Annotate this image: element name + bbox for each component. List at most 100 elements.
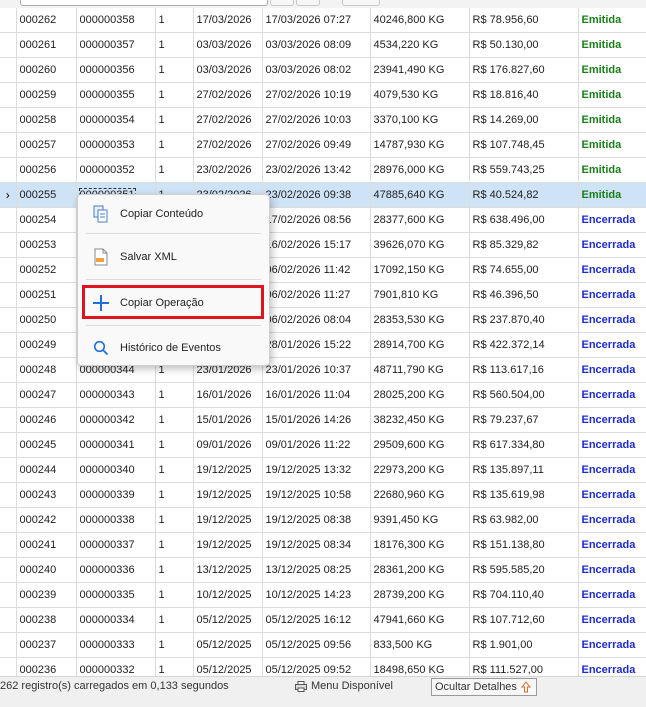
cell-valor[interactable]: R$ 63.982,00 bbox=[469, 507, 579, 533]
cell-numero[interactable]: 000254 bbox=[16, 207, 77, 233]
cell-serie[interactable]: 1 bbox=[155, 57, 194, 83]
cell-data-emissao[interactable]: 05/12/2025 bbox=[193, 607, 263, 633]
menu-item-copiar-conteudo[interactable]: Copiar Conteúdo bbox=[84, 199, 264, 229]
cell-peso[interactable]: 28377,600 KG bbox=[370, 207, 470, 233]
cell-valor[interactable]: R$ 559.743,25 bbox=[469, 157, 579, 183]
cell-numero[interactable]: 000245 bbox=[16, 432, 77, 458]
cell-peso[interactable]: 4534,220 KG bbox=[370, 32, 470, 58]
cell-numero[interactable]: 000247 bbox=[16, 382, 77, 408]
cell-valor[interactable]: R$ 14.269,00 bbox=[469, 107, 579, 133]
cell-valor[interactable]: R$ 46.396,50 bbox=[469, 282, 579, 308]
cell-peso[interactable]: 47941,660 KG bbox=[370, 607, 470, 633]
cell-peso[interactable]: 22973,200 KG bbox=[370, 457, 470, 483]
cell-serie[interactable]: 1 bbox=[155, 407, 194, 433]
cell-valor[interactable]: R$ 560.504,00 bbox=[469, 382, 579, 408]
cell-data-hora[interactable]: 06/02/2026 08:04 bbox=[262, 307, 371, 333]
table-row[interactable]: 000245 000000341 1 09/01/2026 09/01/2026 11:… bbox=[0, 432, 646, 458]
ocultar-detalhes-button[interactable]: Ocultar Detalhes bbox=[431, 678, 537, 696]
cell-situacao[interactable]: Encerrada bbox=[578, 207, 646, 233]
toolbar-button[interactable] bbox=[270, 0, 294, 6]
cell-documento[interactable]: 000000358 bbox=[76, 8, 156, 33]
table-row[interactable]: 000260 000000356 1 03/03/2026 03/03/2026 08:… bbox=[0, 57, 646, 83]
table-row[interactable]: 000246 000000342 1 15/01/2026 15/01/2026 14:… bbox=[0, 407, 646, 433]
cell-situacao[interactable]: Emitida bbox=[578, 157, 646, 183]
cell-peso[interactable]: 28025,200 KG bbox=[370, 382, 470, 408]
cell-peso[interactable]: 47885,640 KG bbox=[370, 182, 470, 208]
cell-peso[interactable]: 48711,790 KG bbox=[370, 357, 470, 383]
cell-situacao[interactable]: Encerrada bbox=[578, 532, 646, 558]
cell-data-hora[interactable]: 16/01/2026 11:04 bbox=[262, 382, 371, 408]
cell-situacao[interactable]: Encerrada bbox=[578, 432, 646, 458]
cell-serie[interactable]: 1 bbox=[155, 107, 194, 133]
cell-situacao[interactable]: Emitida bbox=[578, 132, 646, 158]
cell-data-hora[interactable]: 27/02/2026 09:49 bbox=[262, 132, 371, 158]
table-row[interactable]: 000238 000000334 1 05/12/2025 05/12/2025 16:… bbox=[0, 607, 646, 633]
table-row[interactable]: 000241 000000337 1 19/12/2025 19/12/2025 08:… bbox=[0, 532, 646, 558]
cell-peso[interactable]: 39626,070 KG bbox=[370, 232, 470, 258]
table-row[interactable]: 000256 000000352 1 23/02/2026 23/02/2026 13:… bbox=[0, 157, 646, 183]
cell-situacao[interactable]: Encerrada bbox=[578, 482, 646, 508]
cell-data-emissao[interactable]: 03/03/2026 bbox=[193, 57, 263, 83]
cell-peso[interactable]: 833,500 KG bbox=[370, 632, 470, 658]
cell-data-emissao[interactable]: 15/01/2026 bbox=[193, 407, 263, 433]
cell-serie[interactable]: 1 bbox=[155, 382, 194, 408]
cell-situacao[interactable]: Emitida bbox=[578, 32, 646, 58]
cell-numero[interactable]: 000261 bbox=[16, 32, 77, 58]
cell-peso[interactable]: 40246,800 KG bbox=[370, 8, 470, 33]
table-row[interactable]: 000258 000000354 1 27/02/2026 27/02/2026 10:… bbox=[0, 107, 646, 133]
menu-item-historico-eventos[interactable]: Histórico de Eventos bbox=[84, 333, 264, 363]
cell-numero[interactable]: 000236 bbox=[16, 657, 77, 676]
cell-situacao[interactable]: Encerrada bbox=[578, 557, 646, 583]
cell-numero[interactable]: 000241 bbox=[16, 532, 77, 558]
cell-data-emissao[interactable]: 05/12/2025 bbox=[193, 632, 263, 658]
cell-peso[interactable]: 28976,000 KG bbox=[370, 157, 470, 183]
cell-data-hora[interactable]: 17/03/2026 07:27 bbox=[262, 8, 371, 33]
cell-valor[interactable]: R$ 107.712,60 bbox=[469, 607, 579, 633]
table-row[interactable]: 000257 000000353 1 27/02/2026 27/02/2026 09:… bbox=[0, 132, 646, 158]
cell-numero[interactable]: 000262 bbox=[16, 8, 77, 33]
cell-data-emissao[interactable]: 10/12/2025 bbox=[193, 582, 263, 608]
cell-serie[interactable]: 1 bbox=[155, 457, 194, 483]
cell-data-hora[interactable]: 05/12/2025 09:52 bbox=[262, 657, 371, 676]
cell-documento[interactable]: 000000334 bbox=[76, 607, 156, 633]
cell-data-hora[interactable]: 06/02/2026 11:27 bbox=[262, 282, 371, 308]
cell-situacao[interactable]: Emitida bbox=[578, 107, 646, 133]
cell-valor[interactable]: R$ 111.527,00 bbox=[469, 657, 579, 676]
cell-data-emissao[interactable]: 17/03/2026 bbox=[193, 8, 263, 33]
cell-documento[interactable]: 000000355 bbox=[76, 82, 156, 108]
table-row[interactable]: 000244 000000340 1 19/12/2025 19/12/2025 13:… bbox=[0, 457, 646, 483]
cell-situacao[interactable]: Emitida bbox=[578, 8, 646, 33]
cell-data-hora[interactable]: 19/12/2025 10:58 bbox=[262, 482, 371, 508]
cell-numero[interactable]: 000250 bbox=[16, 307, 77, 333]
cell-situacao[interactable]: Encerrada bbox=[578, 232, 646, 258]
cell-valor[interactable]: R$ 40.524,82 bbox=[469, 182, 579, 208]
table-row[interactable]: 000239 000000335 1 10/12/2025 10/12/2025 14:… bbox=[0, 582, 646, 608]
cell-serie[interactable]: 1 bbox=[155, 432, 194, 458]
table-row[interactable]: 000236 000000332 1 05/12/2025 05/12/2025 09:… bbox=[0, 657, 646, 676]
cell-valor[interactable]: R$ 74.655,00 bbox=[469, 257, 579, 283]
cell-valor[interactable]: R$ 237.870,40 bbox=[469, 307, 579, 333]
cell-data-hora[interactable]: 06/02/2026 11:42 bbox=[262, 257, 371, 283]
cell-situacao[interactable]: Emitida bbox=[578, 82, 646, 108]
menu-item-salvar-xml[interactable]: Salvar XML bbox=[84, 242, 264, 272]
cell-documento[interactable]: 000000342 bbox=[76, 407, 156, 433]
cell-peso[interactable]: 14787,930 KG bbox=[370, 132, 470, 158]
cell-data-emissao[interactable]: 16/01/2026 bbox=[193, 382, 263, 408]
cell-data-hora[interactable]: 23/02/2026 13:42 bbox=[262, 157, 371, 183]
cell-numero[interactable]: 000246 bbox=[16, 407, 77, 433]
table-row[interactable]: 000259 000000355 1 27/02/2026 27/02/2026 10:… bbox=[0, 82, 646, 108]
cell-documento[interactable]: 000000332 bbox=[76, 657, 156, 676]
table-row[interactable]: 000240 000000336 1 13/12/2025 13/12/2025 08:… bbox=[0, 557, 646, 583]
cell-valor[interactable]: R$ 50.130,00 bbox=[469, 32, 579, 58]
cell-numero[interactable]: 000243 bbox=[16, 482, 77, 508]
cell-data-emissao[interactable]: 23/02/2026 bbox=[193, 157, 263, 183]
cell-situacao[interactable]: Emitida bbox=[578, 182, 646, 208]
cell-data-hora[interactable]: 16/02/2026 15:17 bbox=[262, 232, 371, 258]
cell-serie[interactable]: 1 bbox=[155, 557, 194, 583]
cell-situacao[interactable]: Encerrada bbox=[578, 257, 646, 283]
cell-numero[interactable]: 000259 bbox=[16, 82, 77, 108]
cell-data-hora[interactable]: 03/03/2026 08:09 bbox=[262, 32, 371, 58]
cell-valor[interactable]: R$ 151.138,80 bbox=[469, 532, 579, 558]
cell-data-emissao[interactable]: 27/02/2026 bbox=[193, 107, 263, 133]
cell-peso[interactable]: 23941,490 KG bbox=[370, 57, 470, 83]
